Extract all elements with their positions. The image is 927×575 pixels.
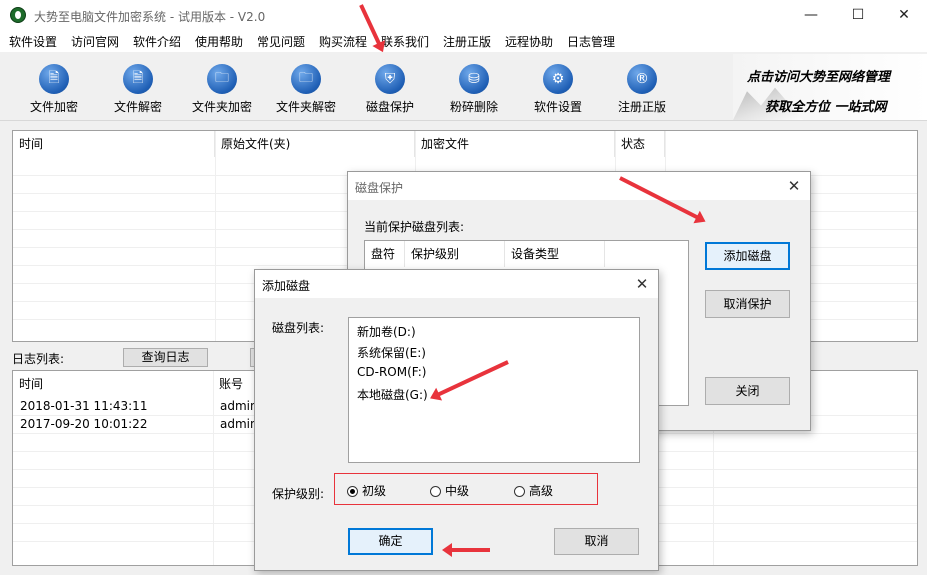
dialog-title-bar: 磁盘保护 ✕: [348, 172, 810, 200]
log-row-1-time: 2018-01-31 11:43:11: [20, 399, 148, 413]
radio-empty-icon: [430, 486, 441, 497]
banner-line-2: 获取全方位 一站式网: [765, 100, 887, 115]
ok-button[interactable]: 确定: [348, 528, 433, 555]
menu-about[interactable]: 软件介绍: [133, 33, 181, 50]
menu-purchase[interactable]: 购买流程: [319, 33, 367, 50]
file-decrypt-button[interactable]: 🗎 文件解密: [96, 64, 180, 115]
log-list-label: 日志列表:: [12, 352, 65, 366]
menu-help[interactable]: 使用帮助: [195, 33, 243, 50]
disk-listbox[interactable]: 新加卷(D:) 系统保留(E:) CD-ROM(F:) 本地磁盘(G:): [348, 317, 640, 463]
menu-log-management[interactable]: 日志管理: [567, 33, 615, 50]
close-icon[interactable]: ✕: [784, 176, 804, 196]
disk-shield-icon: ⛨: [375, 64, 405, 94]
shred-delete-button[interactable]: ⛁ 粉碎删除: [432, 64, 516, 115]
level-medium-radio[interactable]: 中级: [430, 482, 469, 499]
close-button[interactable]: ✕: [881, 0, 927, 30]
file-lock-icon: 🗎: [39, 64, 69, 94]
query-log-button[interactable]: 查询日志: [123, 348, 208, 367]
folder-encrypt-button[interactable]: 🗀 文件夹加密: [180, 64, 264, 115]
menu-software-settings[interactable]: 软件设置: [9, 33, 57, 50]
log-header-time[interactable]: 时间: [13, 371, 213, 397]
menu-bar: 软件设置 访问官网 软件介绍 使用帮助 常见问题 购买流程 联系我们 注册正版 …: [0, 30, 927, 52]
column-header-encrypted[interactable]: 加密文件: [415, 131, 615, 157]
close-icon[interactable]: ✕: [632, 274, 652, 294]
disk-list-label: 磁盘列表:: [272, 321, 325, 335]
menu-visit-site[interactable]: 访问官网: [71, 33, 119, 50]
radio-empty-icon: [514, 486, 525, 497]
radio-selected-icon: [347, 486, 358, 497]
folder-lock-icon: 🗀: [207, 64, 237, 94]
protect-level-group: 初级 中级 高级: [334, 473, 598, 505]
level-high-radio[interactable]: 高级: [514, 482, 553, 499]
column-header-time[interactable]: 时间: [13, 131, 215, 157]
column-header-status[interactable]: 状态: [615, 131, 665, 157]
menu-faq[interactable]: 常见问题: [257, 33, 305, 50]
add-disk-dialog: 添加磁盘 ✕ 磁盘列表: 新加卷(D:) 系统保留(E:) CD-ROM(F:)…: [254, 269, 659, 571]
dialog-title: 添加磁盘: [262, 279, 311, 293]
promo-banner[interactable]: 点击访问大势至网络管理 获取全方位 一站式网: [733, 54, 927, 120]
registered-icon: ®: [627, 64, 657, 94]
header-drive-letter[interactable]: 盘符: [365, 241, 405, 267]
disk-protect-button[interactable]: ⛨ 磁盘保护: [348, 64, 432, 115]
level-basic-radio[interactable]: 初级: [347, 482, 386, 499]
header-device-type[interactable]: 设备类型: [505, 241, 605, 267]
disk-item-g[interactable]: 本地磁盘(G:): [357, 386, 428, 403]
log-row-2-account: admin: [220, 417, 258, 431]
protected-list-label: 当前保护磁盘列表:: [364, 220, 465, 234]
log-row-2-time: 2017-09-20 10:01:22: [20, 417, 148, 431]
annotation-arrow-ok: [446, 548, 490, 552]
cancel-protect-button[interactable]: 取消保护: [705, 290, 790, 318]
maximize-button[interactable]: ☐: [835, 0, 881, 30]
minimize-button[interactable]: —: [788, 0, 834, 30]
file-unlock-icon: 🗎: [123, 64, 153, 94]
dialog-title-bar: 添加磁盘 ✕: [255, 270, 658, 298]
menu-register[interactable]: 注册正版: [443, 33, 491, 50]
header-protect-level[interactable]: 保护级别: [405, 241, 505, 267]
disk-item-d[interactable]: 新加卷(D:): [357, 323, 416, 340]
protect-level-label: 保护级别:: [272, 487, 325, 501]
software-settings-button[interactable]: ⚙ 软件设置: [516, 64, 600, 115]
disk-item-e[interactable]: 系统保留(E:): [357, 344, 426, 361]
shred-icon: ⛁: [459, 64, 489, 94]
gear-icon: ⚙: [543, 64, 573, 94]
cancel-button[interactable]: 取消: [554, 528, 639, 555]
close-dialog-button[interactable]: 关闭: [705, 377, 790, 405]
column-header-original[interactable]: 原始文件(夹): [215, 131, 415, 157]
folder-unlock-icon: 🗀: [291, 64, 321, 94]
dialog-title: 磁盘保护: [355, 181, 404, 195]
window-title: 大势至电脑文件加密系统 - 试用版本 - V2.0: [34, 10, 266, 24]
banner-line-1: 点击访问大势至网络管理: [747, 70, 891, 85]
log-row-1-account: admin: [220, 399, 258, 413]
menu-remote-assist[interactable]: 远程协助: [505, 33, 553, 50]
app-logo-icon: [10, 7, 26, 23]
register-button[interactable]: ® 注册正版: [600, 64, 684, 115]
title-bar: 大势至电脑文件加密系统 - 试用版本 - V2.0 — ☐ ✕: [0, 0, 927, 30]
add-disk-button[interactable]: 添加磁盘: [705, 242, 790, 270]
folder-decrypt-button[interactable]: 🗀 文件夹解密: [264, 64, 348, 115]
file-encrypt-button[interactable]: 🗎 文件加密: [12, 64, 96, 115]
disk-item-f[interactable]: CD-ROM(F:): [357, 365, 426, 379]
